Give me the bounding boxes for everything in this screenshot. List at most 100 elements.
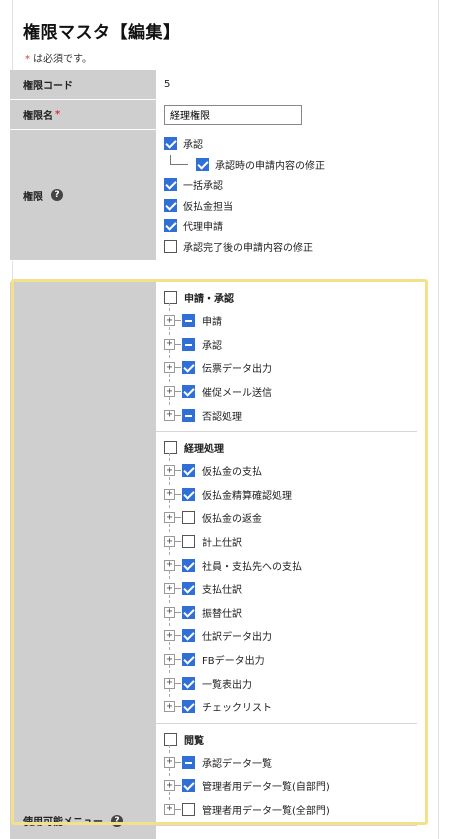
permission-item[interactable]: 代理申請 xyxy=(164,216,417,237)
menu-item[interactable]: + チェックリスト xyxy=(164,688,417,719)
expand-icon[interactable]: + xyxy=(164,315,175,327)
permission-checkbox[interactable] xyxy=(196,157,209,171)
menu-item[interactable]: + 催促メール送信 xyxy=(164,373,417,404)
menu-item[interactable]: + 社員・支払先への支払 xyxy=(164,547,417,577)
menu-item[interactable]: + 承認 xyxy=(164,326,417,357)
required-note: * は必須です。 xyxy=(25,50,92,65)
menu-item[interactable]: + 仮払金の支払 xyxy=(164,452,417,483)
menus-label-text: 使用可能メニュー xyxy=(23,817,103,828)
menu-checkbox[interactable] xyxy=(182,487,195,501)
help-icon[interactable]: ? xyxy=(111,814,123,827)
tree-connector xyxy=(170,155,188,166)
tree-connector xyxy=(175,320,181,322)
permission-checkbox[interactable] xyxy=(164,219,177,233)
expand-icon[interactable]: + xyxy=(164,677,175,689)
permission-item[interactable]: 承認時の申請内容の修正 xyxy=(164,154,417,175)
menu-checkbox[interactable] xyxy=(182,676,195,690)
menu-item-label: 申請 xyxy=(202,317,222,329)
menu-group: 申請・承認 + 申請 + 承認 + 伝票データ出力 + 催促メール送信 + 否認処理 xyxy=(156,282,417,432)
menu-item[interactable]: + 仮払金精算確認処理 xyxy=(164,476,417,507)
expand-icon[interactable]: + xyxy=(164,780,175,792)
menu-checkbox[interactable] xyxy=(182,337,195,351)
menu-item[interactable]: + 管理者用データ一覧(全部門) xyxy=(164,791,417,822)
tree-connector xyxy=(175,391,181,393)
menu-checkbox[interactable] xyxy=(182,385,195,399)
permission-item[interactable]: 承認完了後の申請内容の修正 xyxy=(164,236,417,257)
menu-checkbox[interactable] xyxy=(182,464,195,478)
expand-icon[interactable]: + xyxy=(164,654,175,666)
permission-item[interactable]: 承認 xyxy=(164,134,417,155)
expand-icon[interactable]: + xyxy=(164,512,175,524)
menu-item[interactable]: + 支払仕訳 xyxy=(164,570,417,601)
permission-item[interactable]: 一括承認 xyxy=(164,175,417,196)
menu-checkbox[interactable] xyxy=(182,314,195,328)
menu-checkbox[interactable] xyxy=(182,802,195,816)
tree-connector xyxy=(169,350,170,359)
expand-icon[interactable]: + xyxy=(164,488,175,500)
permission-checkbox[interactable] xyxy=(164,198,177,212)
help-icon[interactable]: ? xyxy=(51,189,63,201)
menu-item-label: 承認データ一覧 xyxy=(202,758,272,770)
name-input[interactable] xyxy=(164,104,302,125)
group-checkbox[interactable] xyxy=(164,440,177,454)
menu-item[interactable]: + 申請 xyxy=(164,303,417,333)
menu-checkbox[interactable] xyxy=(182,511,195,525)
menu-item[interactable]: + 否認処理 xyxy=(164,397,417,427)
permissions-value: 承認 承認時の申請内容の修正 一括承認 仮払金担当 代理申請 承認完了後の申請内容の修正 xyxy=(156,130,417,260)
menu-group-header[interactable]: 閲覧 xyxy=(164,728,417,751)
menu-checkbox[interactable] xyxy=(182,408,195,422)
menu-checkbox[interactable] xyxy=(182,653,195,667)
permission-item[interactable]: 仮払金担当 xyxy=(164,195,417,216)
menu-item[interactable]: + 仕訳データ出力 xyxy=(164,618,417,648)
expand-icon[interactable]: + xyxy=(164,409,175,421)
menus-label: 使用可能メニュー? xyxy=(10,282,156,839)
group-checkbox[interactable] xyxy=(164,291,177,304)
permission-checkbox[interactable] xyxy=(164,239,177,253)
tree-connector xyxy=(169,476,170,485)
menu-item[interactable]: + 計上仕訳 xyxy=(164,523,417,554)
permission-checkbox[interactable] xyxy=(164,178,177,192)
group-checkbox[interactable] xyxy=(164,732,177,746)
menu-checkbox[interactable] xyxy=(182,700,195,714)
code-label-text: 権限コード xyxy=(23,81,73,92)
expand-icon[interactable]: + xyxy=(164,559,175,571)
menu-item[interactable]: + 承認データ一覧 xyxy=(164,744,417,775)
expand-icon[interactable]: + xyxy=(164,756,175,768)
permissions-row: 権限? 承認 承認時の申請内容の修正 一括承認 仮払金担当 代理申請 承認完了後の申請内容… xyxy=(10,130,417,261)
permissions-label: 権限? xyxy=(10,130,156,260)
expand-icon[interactable]: + xyxy=(164,338,175,350)
menu-item[interactable]: + 一覧表出力 xyxy=(164,665,417,695)
menu-checkbox[interactable] xyxy=(182,558,195,572)
menu-checkbox[interactable] xyxy=(182,629,195,643)
expand-icon[interactable]: + xyxy=(164,803,175,815)
menu-item[interactable]: + 仮払金の返金 xyxy=(164,500,417,530)
tree-connector xyxy=(169,326,170,335)
menu-item-label: 催促メール送信 xyxy=(202,388,272,400)
menu-item[interactable]: + FBデータ出力 xyxy=(164,641,417,672)
expand-icon[interactable]: + xyxy=(164,583,175,595)
expand-icon[interactable]: + xyxy=(164,386,175,398)
expand-icon[interactable]: + xyxy=(164,630,175,642)
menu-checkbox[interactable] xyxy=(182,605,195,619)
tree-connector xyxy=(175,470,181,472)
expand-icon[interactable]: + xyxy=(164,465,175,477)
menu-group-header[interactable]: 申請・承認 xyxy=(164,286,417,309)
expand-icon[interactable]: + xyxy=(164,362,175,374)
menu-checkbox[interactable] xyxy=(182,582,195,596)
menu-item[interactable]: + 管理者用データ一覧(自部門) xyxy=(164,768,417,798)
menu-checkbox[interactable] xyxy=(182,535,195,549)
tree-connector xyxy=(175,541,181,543)
menu-checkbox[interactable] xyxy=(182,361,195,375)
menu-item[interactable]: + 伝票データ出力 xyxy=(164,350,417,380)
permission-form: 権限コード 5 権限名* 権限? 承認承認時の申請内容の修正一括承認仮払金担当代… xyxy=(10,70,417,261)
expand-icon[interactable]: + xyxy=(164,606,175,618)
tree-connector xyxy=(175,611,181,613)
menu-item-label: 仮払金の支払 xyxy=(202,467,262,479)
menu-checkbox[interactable] xyxy=(182,779,195,793)
expand-icon[interactable]: + xyxy=(164,536,175,548)
expand-icon[interactable]: + xyxy=(164,701,175,713)
menu-checkbox[interactable] xyxy=(182,755,195,769)
menu-item[interactable]: + 振替仕訳 xyxy=(164,594,417,625)
menu-group-header[interactable]: 経理処理 xyxy=(164,436,417,459)
permission-checkbox[interactable] xyxy=(164,137,177,151)
